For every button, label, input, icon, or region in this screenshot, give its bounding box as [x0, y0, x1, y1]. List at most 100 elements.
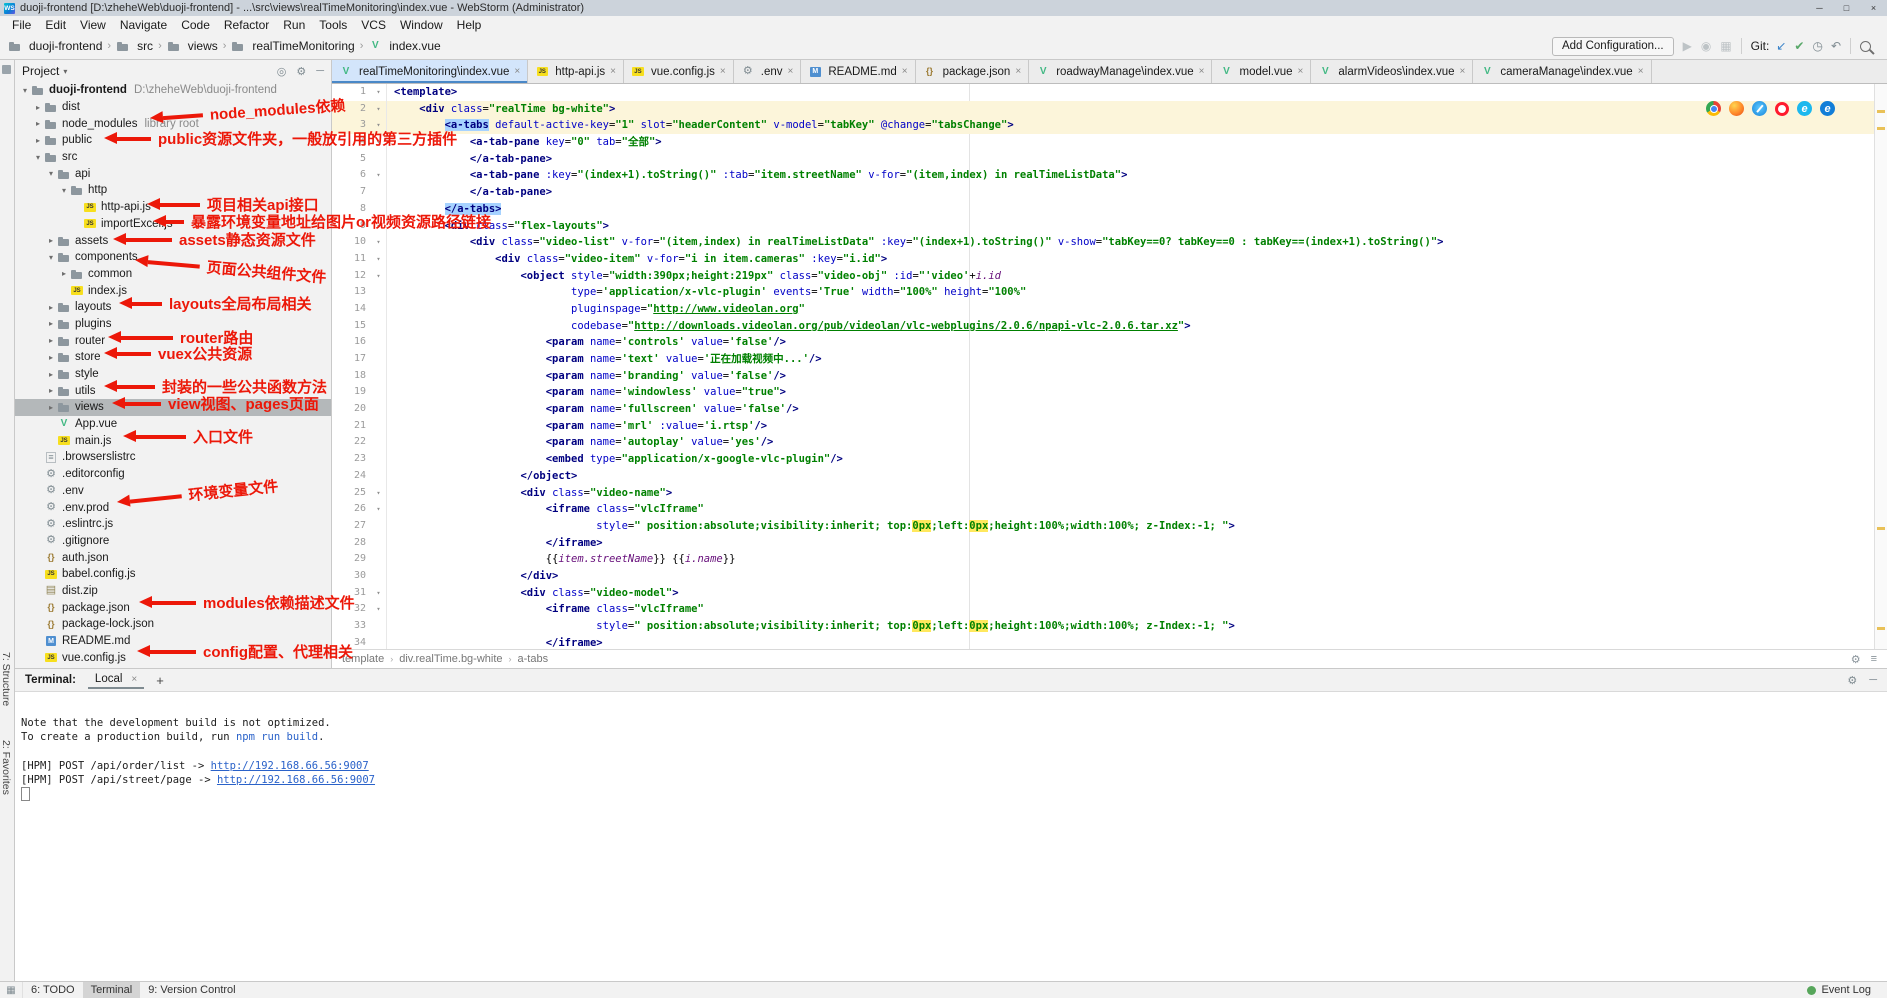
menu-vcs[interactable]: VCS: [354, 17, 393, 33]
editor-breadcrumb-item[interactable]: a-tabs: [518, 653, 549, 665]
run-icon[interactable]: ▶: [1683, 40, 1692, 52]
code-line[interactable]: 33 style=" position:absolute;visibility:…: [332, 618, 1875, 635]
chevron-icon[interactable]: ▸: [32, 103, 44, 112]
close-tab-icon[interactable]: ×: [1298, 66, 1304, 77]
code-line[interactable]: 31▾ <div class="video-model">: [332, 585, 1875, 602]
terminal-tab-local[interactable]: Local ×: [88, 671, 144, 689]
chrome-browser-icon[interactable]: [1706, 101, 1721, 116]
terminal-output[interactable]: Note that the development build is not o…: [15, 692, 1887, 981]
tree-item[interactable]: babel.config.js: [15, 566, 331, 583]
tree-item[interactable]: .gitignore: [15, 533, 331, 550]
code-line[interactable]: 21 <param name='mrl' :value='i.rtsp'/>: [332, 418, 1875, 435]
tree-item[interactable]: ▸style: [15, 366, 331, 383]
fold-marker-icon[interactable]: ▾: [371, 117, 387, 134]
settings-icon[interactable]: ⚙: [296, 65, 306, 78]
chevron-icon[interactable]: ▸: [45, 403, 57, 412]
chevron-icon[interactable]: ▸: [45, 370, 57, 379]
tool-window-button-2-favorites[interactable]: 2: Favorites: [0, 740, 12, 795]
chevron-icon[interactable]: ▸: [45, 319, 57, 328]
tree-item[interactable]: .browserslistrc: [15, 449, 331, 466]
tree-item[interactable]: ▸plugins: [15, 316, 331, 333]
event-log-label[interactable]: Event Log: [1821, 984, 1871, 996]
tree-item[interactable]: ▸router: [15, 332, 331, 349]
git-history-icon[interactable]: ◷: [1812, 40, 1822, 52]
tree-item[interactable]: ▸views: [15, 399, 331, 416]
tree-item[interactable]: App.vue: [15, 416, 331, 433]
tree-item[interactable]: ▸assets: [15, 232, 331, 249]
menu-file[interactable]: File: [5, 17, 38, 33]
code-line[interactable]: 2▾ <div class="realTime bg-white">: [332, 101, 1875, 118]
close-icon[interactable]: ×: [131, 674, 137, 685]
code-line[interactable]: 29 {{item.streetName}} {{i.name}}: [332, 551, 1875, 568]
maximize-button[interactable]: □: [1833, 0, 1860, 16]
fold-marker-icon[interactable]: ▾: [371, 234, 387, 251]
breadcrumb-item[interactable]: views: [167, 39, 218, 53]
tree-item[interactable]: .env: [15, 483, 331, 500]
code-line[interactable]: 6▾ <a-tab-pane :key="(index+1).toString(…: [332, 167, 1875, 184]
editor-tab[interactable]: realTimeMonitoring\index.vue×: [332, 60, 528, 83]
editor-tab[interactable]: roadwayManage\index.vue×: [1029, 60, 1212, 83]
chevron-icon[interactable]: ▾: [19, 86, 31, 95]
terminal-settings-icon[interactable]: ⚙: [1847, 674, 1857, 687]
fold-marker-icon[interactable]: ▾: [371, 101, 387, 118]
fold-marker-icon[interactable]: ▾: [371, 268, 387, 285]
breadcrumb-item[interactable]: realTimeMonitoring: [231, 39, 354, 53]
tree-item[interactable]: ▾duoji-frontendD:\zheheWeb\duoji-fronten…: [15, 82, 331, 99]
code-line[interactable]: 13 type='application/x-vlc-plugin' event…: [332, 284, 1875, 301]
code-line[interactable]: 14 pluginspage="http://www.videolan.org": [332, 301, 1875, 318]
fold-marker-icon[interactable]: ▾: [371, 501, 387, 518]
tree-item[interactable]: ▾src: [15, 149, 331, 166]
fold-marker-icon[interactable]: ▾: [371, 601, 387, 618]
tree-item[interactable]: .eslintrc.js: [15, 516, 331, 533]
tree-item[interactable]: package.json: [15, 599, 331, 616]
code-line[interactable]: 27 style=" position:absolute;visibility:…: [332, 518, 1875, 535]
terminal-link[interactable]: http://192.168.66.56:9007: [217, 774, 375, 786]
code-line[interactable]: 32▾ <iframe class="vlcIframe": [332, 601, 1875, 618]
menu-refactor[interactable]: Refactor: [217, 17, 276, 33]
chevron-icon[interactable]: ▸: [45, 353, 57, 362]
close-tab-icon[interactable]: ×: [610, 66, 616, 77]
fold-marker-icon[interactable]: ▾: [371, 251, 387, 268]
editor-tab[interactable]: .env×: [734, 60, 802, 83]
close-tab-icon[interactable]: ×: [1638, 66, 1644, 77]
breadcrumb-item[interactable]: index.vue: [368, 39, 440, 53]
breadcrumb-item[interactable]: duoji-frontend: [8, 39, 102, 53]
editor-tab[interactable]: package.json×: [916, 60, 1030, 83]
event-log-icon[interactable]: [1807, 986, 1816, 995]
chevron-icon[interactable]: ▸: [32, 119, 44, 128]
tool-window-switcher-icon[interactable]: ▦: [0, 982, 23, 998]
edge-browser-icon[interactable]: [1820, 101, 1835, 116]
code-line[interactable]: 30 </div>: [332, 568, 1875, 585]
new-terminal-button[interactable]: +: [156, 673, 164, 688]
menu-run[interactable]: Run: [276, 17, 312, 33]
statusbar-6-todo[interactable]: 6: TODO: [23, 982, 83, 998]
fold-marker-icon[interactable]: ▾: [371, 485, 387, 502]
chevron-icon[interactable]: ▸: [45, 236, 57, 245]
close-tab-icon[interactable]: ×: [720, 66, 726, 77]
code-line[interactable]: 1▾<template>: [332, 84, 1875, 101]
code-line[interactable]: 18 <param name='branding' value='false'/…: [332, 368, 1875, 385]
editor-breadcrumb-item[interactable]: div.realTime.bg-white: [399, 653, 502, 665]
code-line[interactable]: 7 </a-tab-pane>: [332, 184, 1875, 201]
fold-marker-icon[interactable]: ▾: [371, 134, 387, 151]
breadcrumb-item[interactable]: src: [116, 39, 153, 53]
fold-marker-icon[interactable]: ▾: [371, 167, 387, 184]
firefox-browser-icon[interactable]: [1729, 101, 1744, 116]
chevron-icon[interactable]: ▸: [45, 336, 57, 345]
chevron-icon[interactable]: ▸: [58, 269, 70, 278]
menu-navigate[interactable]: Navigate: [113, 17, 174, 33]
opera-browser-icon[interactable]: [1775, 102, 1789, 116]
fold-marker-icon[interactable]: ▾: [371, 218, 387, 235]
close-tab-icon[interactable]: ×: [1460, 66, 1466, 77]
terminal-link[interactable]: http://192.168.66.56:9007: [211, 760, 369, 772]
add-configuration-button[interactable]: Add Configuration...: [1552, 37, 1674, 56]
safari-browser-icon[interactable]: [1752, 101, 1767, 116]
tree-item[interactable]: importExcel.js: [15, 216, 331, 233]
editor-tab[interactable]: cameraManage\index.vue×: [1473, 60, 1651, 83]
tree-item[interactable]: ▸public: [15, 132, 331, 149]
close-tab-icon[interactable]: ×: [902, 66, 908, 77]
editor-breadcrumb-item[interactable]: template: [342, 653, 384, 665]
tree-item[interactable]: ▸utils: [15, 382, 331, 399]
git-update-icon[interactable]: ↙: [1776, 40, 1786, 52]
code-line[interactable]: 5 </a-tab-pane>: [332, 151, 1875, 168]
